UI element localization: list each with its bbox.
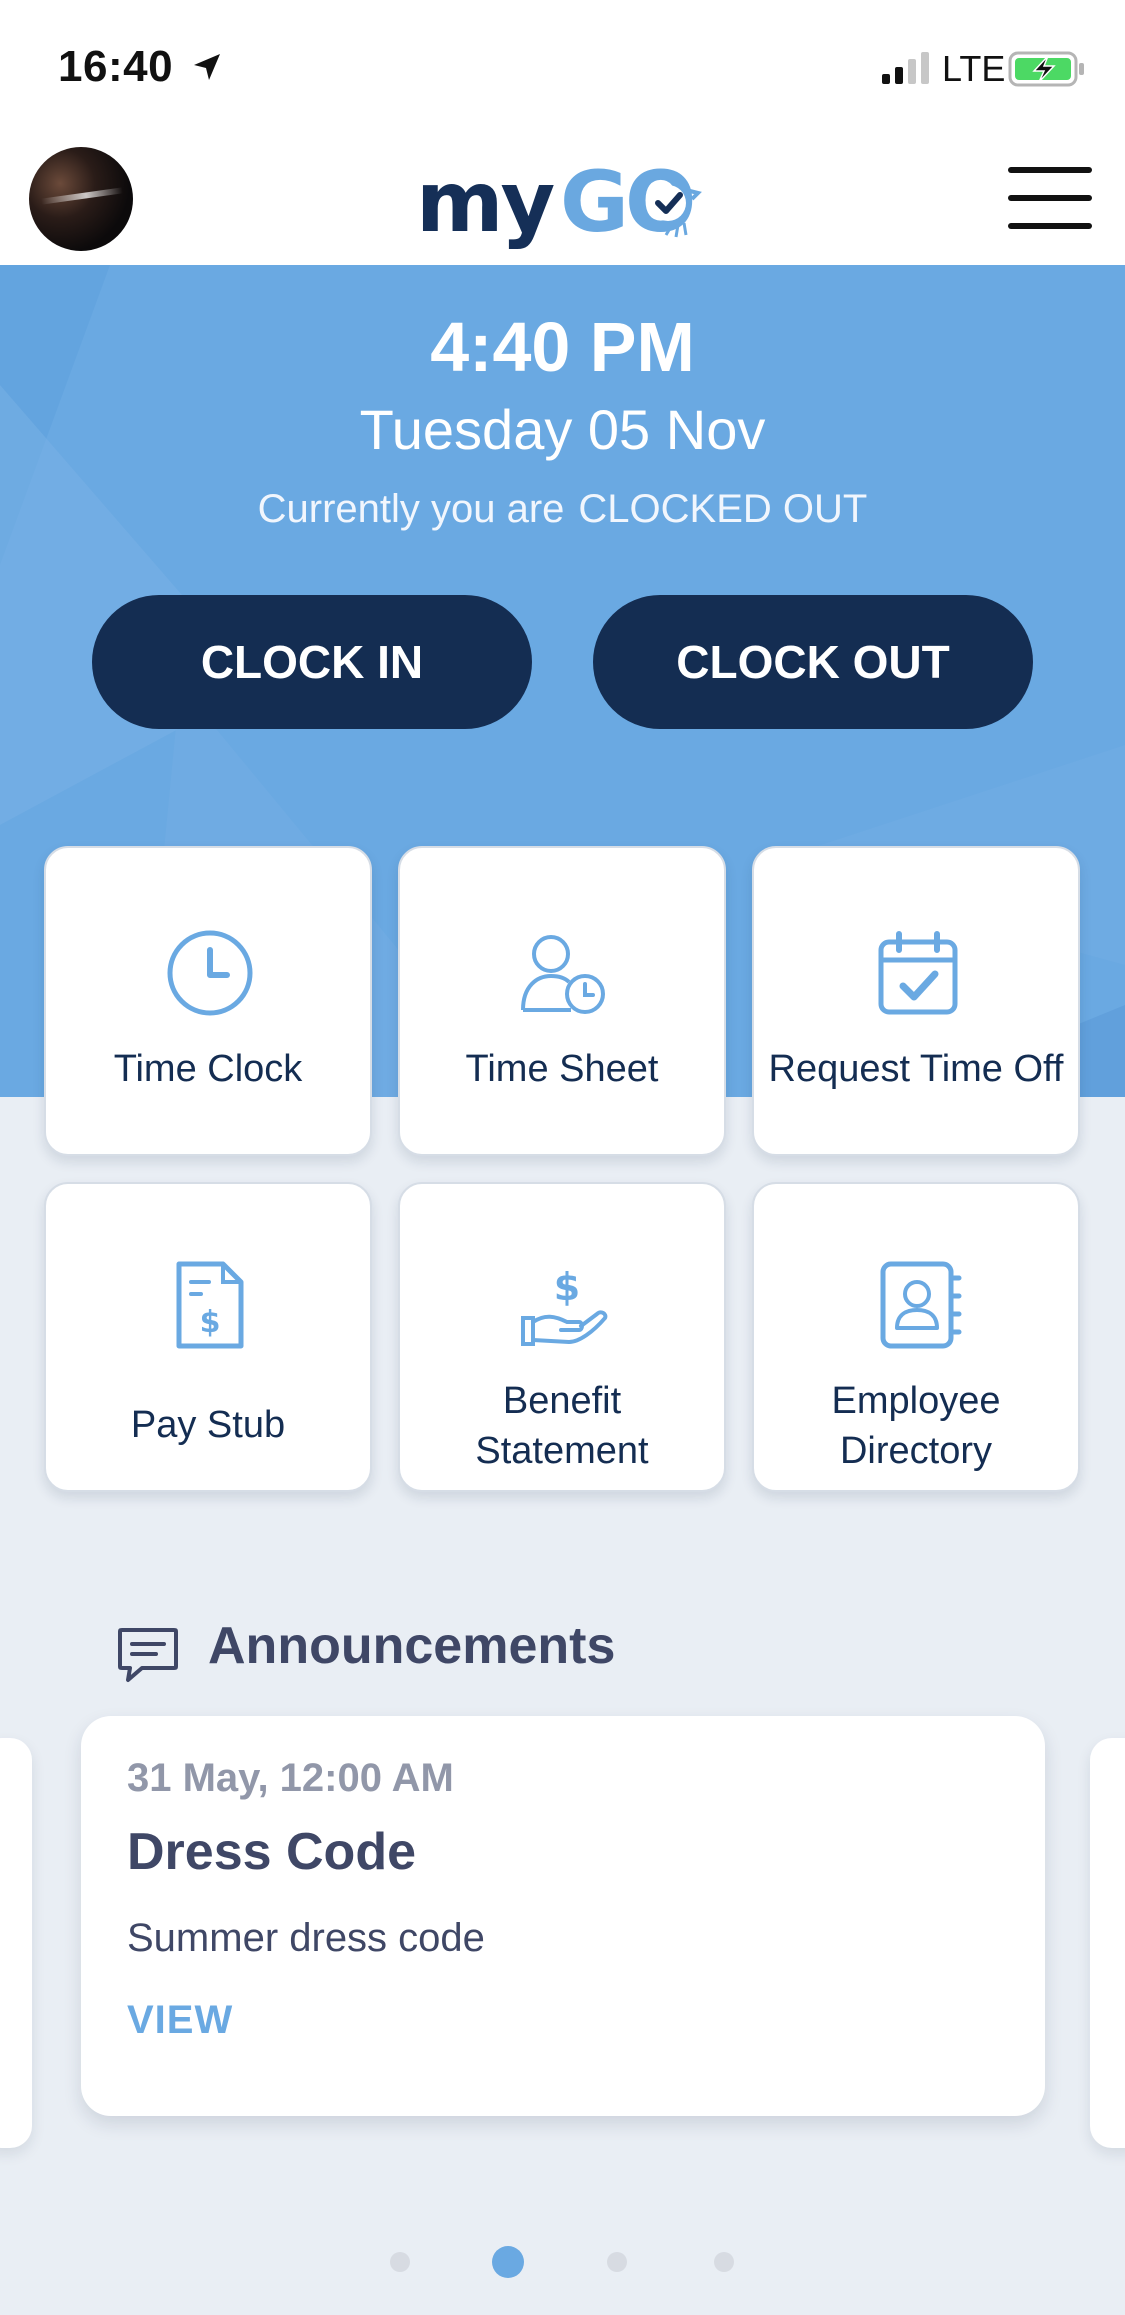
clock-status-value: CLOCKED OUT xyxy=(578,487,868,531)
current-time: 4:40 PM xyxy=(430,308,695,386)
tile-label-line2: Directory xyxy=(839,1430,993,1472)
svg-text:$: $ xyxy=(200,1305,221,1340)
tile-label: Pay Stub xyxy=(130,1404,286,1446)
location-arrow-icon xyxy=(194,54,220,80)
hand-dollar-icon: $ xyxy=(521,1265,608,1346)
tile-label: Time Sheet xyxy=(465,1048,659,1090)
tile-label: Benefit Statement xyxy=(400,1376,724,1476)
logo-check-icon xyxy=(650,185,702,238)
tile-request-time-off[interactable]: Request Time Off xyxy=(752,846,1080,1156)
pager-dot[interactable] xyxy=(714,2252,734,2272)
hamburger-menu-icon[interactable] xyxy=(1008,167,1092,229)
pager-dot[interactable] xyxy=(390,2252,410,2272)
contact-book-icon xyxy=(880,1261,962,1349)
user-clock-icon xyxy=(521,935,605,1014)
tile-label: Employee Directory xyxy=(754,1376,1078,1476)
tile-benefit-statement[interactable]: $ Benefit Statement xyxy=(398,1182,726,1492)
announcement-view-link[interactable]: VIEW xyxy=(127,1998,233,2043)
document-dollar-icon: $ xyxy=(176,1261,244,1349)
announcement-body: Summer dress code xyxy=(127,1916,485,1960)
pager-dot-active[interactable] xyxy=(492,2246,524,2278)
tile-label: Time Clock xyxy=(113,1048,303,1090)
announcement-card-next[interactable] xyxy=(1090,1738,1125,2148)
clock-status-prefix: Currently you are xyxy=(257,487,565,531)
calendar-check-icon xyxy=(878,931,958,1015)
announcements-heading: Announcements xyxy=(208,1617,616,1675)
tile-label-line2: Statement xyxy=(475,1430,649,1472)
svg-text:$: $ xyxy=(554,1265,580,1309)
clock-out-button[interactable]: CLOCK OUT xyxy=(593,595,1033,729)
tile-time-sheet[interactable]: Time Sheet xyxy=(398,846,726,1156)
announcement-card[interactable]: 31 May, 12:00 AM Dress Code Summer dress… xyxy=(81,1716,1045,2116)
announcement-date: 31 May, 12:00 AM xyxy=(127,1756,454,1800)
tile-employee-directory[interactable]: Employee Directory xyxy=(752,1182,1080,1492)
battery-charging-icon xyxy=(1008,51,1084,87)
signal-icon xyxy=(882,52,929,84)
logo-text-my: my xyxy=(416,153,555,251)
announcement-title: Dress Code xyxy=(127,1823,416,1881)
tile-pay-stub[interactable]: $ Pay Stub xyxy=(44,1182,372,1492)
clock-in-button[interactable]: CLOCK IN xyxy=(92,595,532,729)
pager-dot[interactable] xyxy=(607,2252,627,2272)
network-label: LTE xyxy=(942,48,1006,89)
clock-status: Currently you are CLOCKED OUT xyxy=(0,487,1125,532)
status-time: 16:40 xyxy=(58,42,174,91)
tile-time-clock[interactable]: Time Clock xyxy=(44,846,372,1156)
avatar[interactable] xyxy=(29,147,133,251)
clock-icon xyxy=(167,930,253,1016)
chat-bubble-icon xyxy=(118,1628,178,1682)
app-header: my GO xyxy=(0,135,1125,265)
tile-label-line1: Benefit xyxy=(502,1380,622,1422)
status-bar: 16:40 LTE xyxy=(0,0,1125,135)
app-logo: my GO xyxy=(410,143,710,255)
tile-label-line1: Employee xyxy=(831,1380,1001,1422)
announcement-card-previous[interactable] xyxy=(0,1738,32,2148)
current-date: Tuesday 05 Nov xyxy=(359,398,766,461)
tile-label: Request Time Off xyxy=(768,1048,1064,1090)
